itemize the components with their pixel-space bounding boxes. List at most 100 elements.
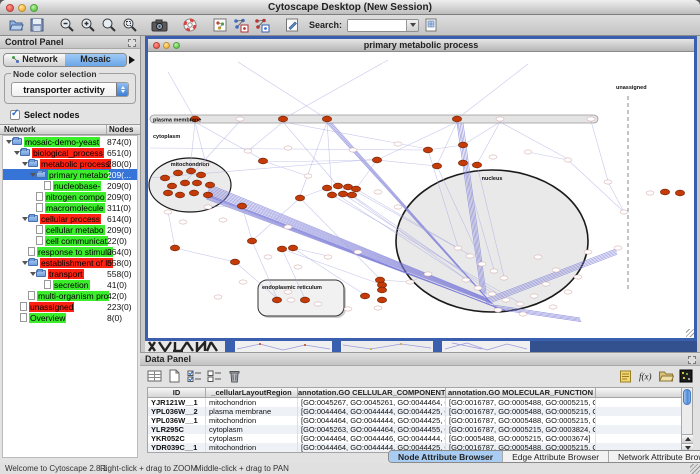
- network-node[interactable]: [564, 158, 572, 162]
- float-panel-icon[interactable]: [128, 39, 136, 47]
- zoom-in-icon[interactable]: [78, 16, 97, 34]
- network-tree-item[interactable]: biological_process651(0): [3, 147, 137, 158]
- select-attributes-icon[interactable]: [186, 368, 203, 384]
- network-node[interactable]: [519, 312, 527, 316]
- network-node[interactable]: [244, 149, 252, 153]
- network-node-selected[interactable]: [205, 182, 214, 188]
- network-node[interactable]: [204, 205, 212, 209]
- network-node-selected[interactable]: [237, 203, 246, 209]
- table-row[interactable]: YPL036W__2plasma membrane[GO:0044464, GO…: [148, 407, 692, 416]
- network-node-selected[interactable]: [173, 170, 182, 176]
- network-node[interactable]: [374, 190, 382, 194]
- network-node[interactable]: [646, 191, 654, 195]
- notes-icon[interactable]: [617, 368, 634, 384]
- expand-triangle-icon[interactable]: [21, 162, 28, 166]
- network-node[interactable]: [324, 255, 332, 259]
- tab-network-attribute-browser[interactable]: Network Attribute Browser: [608, 451, 700, 462]
- layout-red-icon[interactable]: [252, 16, 271, 34]
- network-node-selected[interactable]: [160, 175, 169, 181]
- search-dropdown-button[interactable]: [406, 20, 418, 31]
- float-panel-icon[interactable]: [688, 356, 696, 364]
- tab-network[interactable]: Network: [4, 54, 65, 66]
- delete-attribute-icon[interactable]: [226, 368, 243, 384]
- network-node-selected[interactable]: [660, 189, 669, 195]
- network-node[interactable]: [542, 282, 550, 286]
- network-node-selected[interactable]: [322, 116, 331, 122]
- network-node-selected[interactable]: [372, 157, 381, 163]
- network-node[interactable]: [236, 117, 244, 121]
- network-node-selected[interactable]: [203, 192, 212, 198]
- snapshot-icon[interactable]: [150, 16, 169, 34]
- network-node-selected[interactable]: [192, 180, 201, 186]
- network-node[interactable]: [574, 275, 582, 279]
- network-node-selected[interactable]: [230, 259, 239, 265]
- minimize-button[interactable]: [18, 4, 26, 12]
- network-tree-item[interactable]: transport558(0): [3, 268, 137, 279]
- expand-triangle-icon[interactable]: [21, 217, 28, 221]
- network-node[interactable]: [354, 250, 362, 254]
- network-tree-item[interactable]: cellular metabo209(0): [3, 224, 137, 235]
- network-node-selected[interactable]: [452, 116, 461, 122]
- network-node-selected[interactable]: [675, 190, 684, 196]
- network-node[interactable]: [524, 150, 532, 154]
- canvas-resize-grip[interactable]: [686, 329, 694, 337]
- network-node-selected[interactable]: [327, 192, 336, 198]
- network-node-selected[interactable]: [167, 183, 176, 189]
- network-node[interactable]: [604, 180, 612, 184]
- network-node[interactable]: [488, 292, 496, 296]
- network-tree-item[interactable]: cell communicat22(0): [3, 235, 137, 246]
- network-node[interactable]: [489, 155, 497, 159]
- network-node-selected[interactable]: [423, 147, 432, 153]
- expand-triangle-icon[interactable]: [29, 173, 36, 177]
- network-node-selected[interactable]: [432, 163, 441, 169]
- column-header-id[interactable]: ID: [148, 388, 206, 397]
- network-tree-item[interactable]: unassigned223(0): [3, 301, 137, 312]
- network-node[interactable]: [294, 265, 302, 269]
- network-node[interactable]: [239, 280, 247, 284]
- expand-triangle-icon[interactable]: [5, 140, 12, 144]
- network-node[interactable]: [304, 174, 312, 178]
- network-node[interactable]: [549, 305, 557, 309]
- column-header-region[interactable]: _cellularLayoutRegion: [206, 388, 298, 397]
- network-node-selected[interactable]: [458, 142, 467, 148]
- zoom-selected-icon[interactable]: [120, 16, 139, 34]
- table-row[interactable]: YKR052Ccytoplasm[GO:0044464, GO:0044446,…: [148, 434, 692, 443]
- network-node[interactable]: [454, 246, 462, 250]
- network-node-selected[interactable]: [300, 297, 309, 303]
- network-node-selected[interactable]: [247, 238, 256, 244]
- tab-mosaic[interactable]: Mosaic: [65, 54, 126, 66]
- network-node-selected[interactable]: [258, 158, 267, 164]
- network-node[interactable]: [462, 278, 470, 282]
- network-tree-item[interactable]: response to stimulu264(0): [3, 246, 137, 257]
- search-input[interactable]: [348, 20, 406, 31]
- scrollbar-thumb[interactable]: [683, 389, 691, 405]
- expand-triangle-icon[interactable]: [21, 261, 28, 265]
- network-tree-item[interactable]: nucleobase-209(0): [3, 180, 137, 191]
- network-tree-item[interactable]: mosaic-demo-yeast874(0): [3, 136, 137, 147]
- table-row[interactable]: YPL036W__1mitochondrion[GO:0044464, GO:0…: [148, 416, 692, 425]
- unselect-attributes-icon[interactable]: [206, 368, 223, 384]
- frame-minimize-button[interactable]: [163, 42, 170, 49]
- frame-close-button[interactable]: [153, 42, 160, 49]
- search-config-icon[interactable]: [421, 16, 440, 34]
- network-node-selected[interactable]: [347, 192, 356, 198]
- new-attribute-icon[interactable]: [166, 368, 183, 384]
- network-node-selected[interactable]: [322, 185, 331, 191]
- column-header-molecular-function[interactable]: annotation.GO MOLECULAR_FUNCTION: [446, 388, 596, 397]
- network-node[interactable]: [264, 255, 272, 259]
- tree-header-nodes[interactable]: Nodes: [107, 125, 140, 134]
- open-file-icon[interactable]: [6, 16, 25, 34]
- tab-node-attribute-browser[interactable]: Node Attribute Browser: [389, 451, 502, 462]
- table-scrollbar[interactable]: [681, 388, 692, 452]
- tab-overflow-arrow[interactable]: [127, 56, 137, 64]
- network-node-selected[interactable]: [333, 183, 342, 189]
- network-node[interactable]: [614, 246, 622, 250]
- network-node[interactable]: [516, 302, 524, 306]
- network-node[interactable]: [478, 262, 486, 266]
- network-node[interactable]: [374, 306, 382, 310]
- network-node-selected[interactable]: [180, 180, 189, 186]
- network-node[interactable]: [314, 302, 322, 306]
- frame-zoom-button[interactable]: [173, 42, 180, 49]
- network-node[interactable]: [620, 210, 628, 214]
- network-frame-titlebar[interactable]: primary metabolic process: [148, 39, 694, 52]
